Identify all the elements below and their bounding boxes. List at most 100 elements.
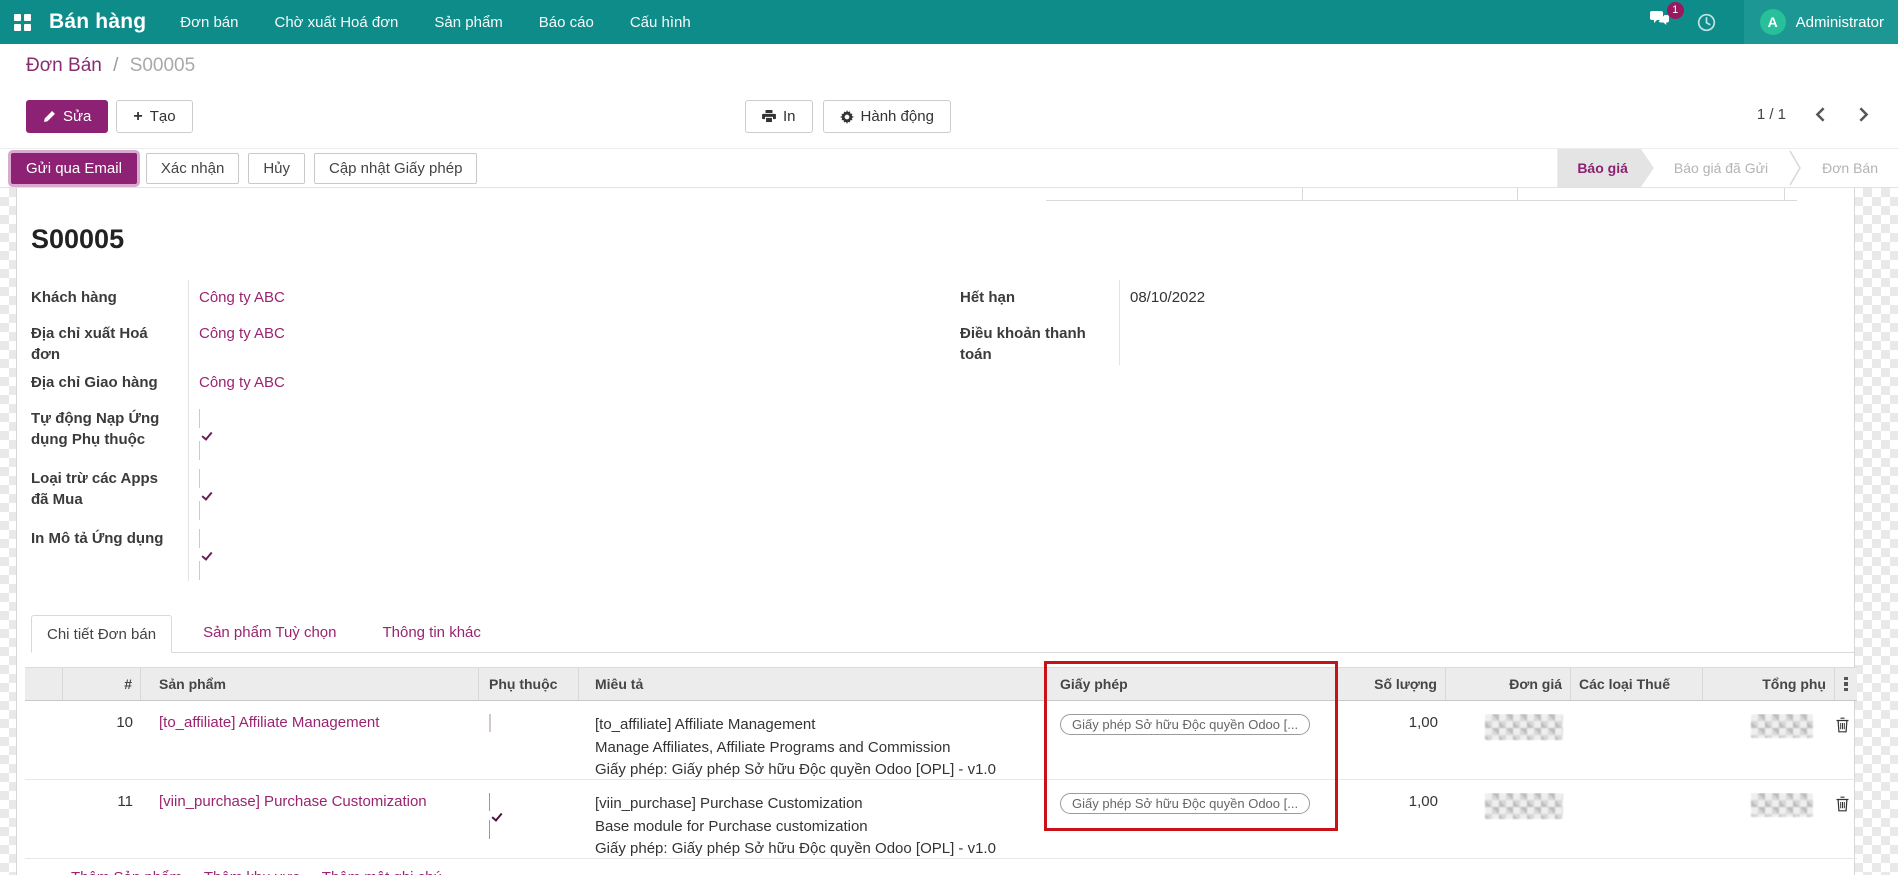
trash-icon[interactable] [1835,796,1857,812]
field-het-han: Hết hạn 08/10/2022 [946,280,1526,316]
apps-menu-icon[interactable] [14,14,31,31]
menu-cho-xuat-hoa-don[interactable]: Chờ xuất Hoá đơn [275,14,399,31]
breadcrumb-current: S00005 [130,55,196,76]
tab-san-pham-tuy-chon[interactable]: Sản phẩm Tuỳ chọn [188,614,351,652]
field-label: Tự động Nạp Ứng dụng Phụ thuộc [17,401,189,461]
col-san-pham[interactable]: Sản phẩm [141,668,479,700]
dependency-checkbox[interactable] [489,714,491,732]
table-header-row: # Sản phẩm Phụ thuộc Miêu tả Giấy phép S… [25,667,1857,701]
taxes-cell [1571,793,1703,858]
column-options-icon[interactable] [1835,668,1857,700]
chevron-left-icon[interactable] [1812,104,1829,125]
breadcrumb-don-ban[interactable]: Đơn Bán [26,55,102,76]
activity-clock-icon[interactable] [1697,13,1716,32]
confirm-button[interactable]: Xác nhận [146,153,239,184]
statusbar: Gửi qua Email Xác nhận Hủy Cập nhật Giấy… [0,148,1898,188]
printer-icon [762,110,776,123]
exclude-purchased-checkbox[interactable] [199,469,210,520]
field-groups: Khách hàng Công ty ABC Địa chỉ xuất Hoá … [17,280,1854,581]
app-brand[interactable]: Bán hàng [49,10,146,34]
col-cac-loai-thue[interactable]: Các loại Thuế [1571,668,1703,700]
create-button[interactable]: + Tạo [116,100,192,133]
row-handle[interactable] [25,793,63,858]
field-label: Loại trừ các Apps đã Mua [17,461,189,521]
field-label: In Mô tả Ứng dụng [17,521,189,581]
field-tu-dong-nap: Tự động Nạp Ứng dụng Phụ thuộc [17,401,707,461]
menu-don-ban[interactable]: Đơn bán [180,14,238,31]
customer-link[interactable]: Công ty ABC [199,289,285,306]
control-panel: Đơn Bán / S00005 Sửa + Tạo In [0,44,1898,148]
censored-unit-price [1485,714,1563,740]
print-button[interactable]: In [745,100,813,133]
col-giay-phep[interactable]: Giấy phép [1046,668,1338,700]
subtotal-cell [1703,714,1835,779]
notification-badge: 1 [1667,2,1684,19]
col-don-gia[interactable]: Đơn giá [1446,668,1571,700]
line-number: 11 [63,793,141,858]
license-tag[interactable]: Giấy phép Sở hữu Độc quyền Odoo [... [1060,714,1310,735]
add-note-link[interactable]: Thêm một ghi chú [322,869,442,875]
field-label: Địa chỉ Giao hàng [17,365,189,401]
table-footer-links: Thêm Sản phẩm Thêm khu vực Thêm một ghi … [25,859,1857,875]
pager-count: 1 / 1 [1757,106,1786,123]
navbar-right: 1 A Administrator [1650,0,1898,44]
delivery-address-link[interactable]: Công ty ABC [199,374,285,391]
breadcrumb-separator: / [113,55,118,76]
stage-bao-gia-da-gui[interactable]: Báo giá đã Gửi [1654,149,1788,187]
stage-chevron-icon [1788,149,1802,187]
field-label: Điều khoản thanh toán [946,316,1120,365]
expiration-date[interactable]: 08/10/2022 [1120,280,1205,316]
col-phu-thuoc[interactable]: Phụ thuộc [479,668,579,700]
table-row: 10 [to_affiliate] Affiliate Management [… [25,701,1857,780]
menu-san-pham[interactable]: Sản phẩm [434,14,502,31]
messages-icon[interactable]: 1 [1650,11,1671,33]
invoice-address-link[interactable]: Công ty ABC [199,325,285,342]
user-name: Administrator [1796,14,1884,31]
field-dia-chi-xuat-hoa-don: Địa chỉ xuất Hoá đơn Công ty ABC [17,316,707,365]
update-license-button[interactable]: Cập nhật Giấy phép [314,153,477,184]
product-link[interactable]: [to_affiliate] Affiliate Management [159,714,379,731]
license-tag[interactable]: Giấy phép Sở hữu Độc quyền Odoo [... [1060,793,1310,814]
action-button[interactable]: Hành động [823,100,951,133]
tab-chi-tiet-don-ban[interactable]: Chi tiết Đơn bán [31,615,172,653]
dependency-checkbox[interactable] [489,793,571,839]
menu-cau-hinh[interactable]: Cấu hình [630,14,691,31]
stage-don-ban[interactable]: Đơn Bán [1802,149,1898,187]
plus-icon: + [133,111,142,123]
order-title: S00005 [31,224,1854,258]
col-num[interactable]: # [63,668,141,700]
clipped-table-row [1046,188,1797,201]
row-handle[interactable] [25,714,63,779]
order-lines-table: # Sản phẩm Phụ thuộc Miêu tả Giấy phép S… [25,667,1857,875]
unit-price-cell [1446,714,1571,779]
col-so-luong[interactable]: Số lượng [1338,668,1446,700]
stage-bao-gia[interactable]: Báo giá [1557,149,1654,187]
status-pipeline: Báo giá Báo giá đã Gửi Đơn Bán [1557,149,1898,187]
add-section-link[interactable]: Thêm khu vực [204,869,300,875]
user-menu[interactable]: A Administrator [1744,0,1898,44]
trash-icon[interactable] [1835,717,1857,733]
payment-terms-value[interactable] [1120,316,1130,365]
send-email-button[interactable]: Gửi qua Email [11,153,137,184]
edit-button[interactable]: Sửa [26,100,108,133]
quantity-cell: 1,00 [1338,714,1446,779]
tab-thong-tin-khac[interactable]: Thông tin khác [367,614,495,652]
field-dieu-khoan: Điều khoản thanh toán [946,316,1526,365]
cancel-button[interactable]: Hủy [248,153,305,184]
quantity-cell: 1,00 [1338,793,1446,858]
description-cell: [viin_purchase] Purchase Customization B… [579,793,1046,858]
taxes-cell [1571,714,1703,779]
col-mieu-ta[interactable]: Miêu tả [579,668,1046,700]
field-in-mo-ta: In Mô tả Ứng dụng [17,521,707,581]
record-buttons: Sửa + Tạo [26,100,193,133]
col-tong-phu[interactable]: Tổng phụ [1703,668,1835,700]
print-description-checkbox[interactable] [199,529,210,580]
auto-install-checkbox[interactable] [199,409,210,460]
chevron-right-icon[interactable] [1855,104,1872,125]
statusbar-buttons: Gửi qua Email Xác nhận Hủy Cập nhật Giấy… [8,153,477,184]
menu-bao-cao[interactable]: Báo cáo [539,14,594,31]
add-product-link[interactable]: Thêm Sản phẩm [71,869,182,875]
field-khach-hang: Khách hàng Công ty ABC [17,280,707,316]
product-link[interactable]: [viin_purchase] Purchase Customization [159,793,427,810]
top-navbar: Bán hàng Đơn bán Chờ xuất Hoá đơn Sản ph… [0,0,1898,44]
